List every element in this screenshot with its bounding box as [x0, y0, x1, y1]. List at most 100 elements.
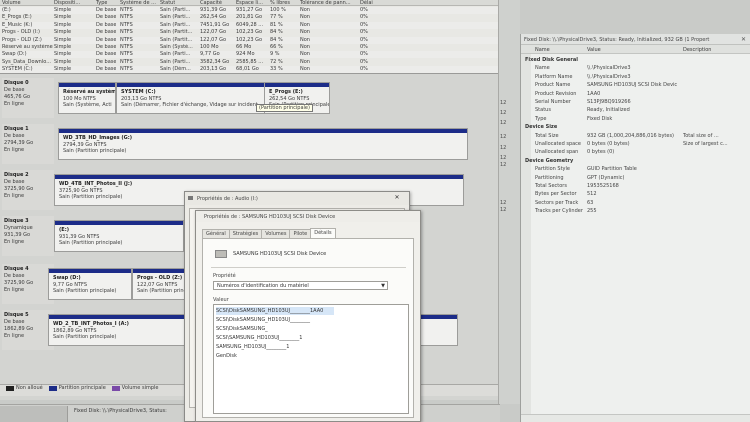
value-item[interactable]: SAMSUNG_HD103UJ________1 — [216, 343, 289, 351]
value-list[interactable]: SCSI\DiskSAMSUNG_HD103UJ________1AA0 SCSI… — [213, 304, 409, 414]
column-header[interactable]: Volume — [2, 0, 21, 6]
volume-row[interactable]: Sys_Data_Downlo... Simple De base NTFS Sain … — [0, 59, 500, 66]
volume-cell: Non — [300, 21, 310, 28]
property-row[interactable]: Total Sectors 1953525168 — [521, 182, 750, 190]
volume-cell: 72 % — [270, 58, 283, 65]
disk-label[interactable]: Disque 4 De base 3725,90 Go En ligne — [2, 264, 54, 304]
property-row[interactable]: Serial Number S13PJ9BQ919266 — [521, 98, 750, 106]
column-header[interactable]: Délai — [360, 0, 373, 6]
volume-cell: NTFS — [120, 58, 133, 65]
tab-general[interactable]: Général — [202, 229, 230, 238]
partition[interactable]: Swap (D:) 9,77 Go NTFS Sain (Partition pri… — [48, 268, 132, 300]
property-select[interactable]: Numéros d'identification du matériel ▼ — [213, 281, 388, 290]
volume-row[interactable]: Réservé au système Simple De base NTFS Sain … — [0, 44, 500, 51]
volume-cell: 0% — [360, 51, 368, 58]
volume-cell: Non — [300, 14, 310, 21]
disk-label[interactable]: Disque 3 Dynamique 931,39 Go En ligne — [2, 216, 54, 256]
column-header[interactable]: Tolérance de pann... — [300, 0, 351, 6]
property-name: Total Size — [535, 132, 559, 139]
volume-row[interactable]: (E:) Simple De base NTFS Sain (Parti... 931,3… — [0, 7, 500, 14]
column-header[interactable]: Espace li... — [236, 0, 263, 6]
property-window-footer — [521, 414, 750, 422]
tab-volumes[interactable]: Volumes — [261, 229, 291, 238]
property-row[interactable]: Unallocated space 0 bytes (0 bytes) Size o… — [521, 140, 750, 148]
legend-swatch — [48, 385, 57, 391]
disk-state: En ligne — [4, 101, 25, 107]
property-name: Partition Style — [535, 166, 570, 173]
row-marker: 12 — [500, 100, 507, 106]
volume-row[interactable]: Progs - OLD (I:) Simple De base NTFS Sain (P… — [0, 29, 500, 36]
volume-cell: De base — [96, 21, 117, 28]
property-row[interactable]: Type Fixed Disk — [521, 115, 750, 123]
disk-label[interactable]: Disque 0 De base 465,76 Go En ligne — [2, 78, 54, 118]
legend-swatch — [111, 385, 120, 391]
property-row[interactable]: Name \\.\PhysicalDrive3 — [521, 64, 750, 72]
column-header[interactable]: % libres — [270, 0, 290, 6]
partition[interactable]: (E:) 931,39 Go NTFS Sain (Partition princi… — [54, 220, 184, 252]
drive-icon — [188, 196, 193, 200]
volume-cell: De base — [96, 14, 117, 21]
property-row[interactable]: Unallocated span 0 bytes (0) — [521, 148, 750, 156]
property-row[interactable]: Sectors per Track 63 — [521, 199, 750, 207]
disk-label[interactable]: Disque 1 De base 2794,39 Go En ligne — [2, 124, 54, 164]
property-row[interactable]: Status Ready, Initialized — [521, 106, 750, 114]
column-header[interactable]: Capacité — [200, 0, 222, 6]
property-value: 0 bytes (0 bytes) — [587, 141, 630, 147]
property-row[interactable]: Bytes per Sector 512 — [521, 190, 750, 198]
volume-cell: De base — [96, 7, 117, 13]
value-item[interactable]: SCSI\DiskSAMSUNG_HD103UJ________ — [216, 316, 310, 324]
property-row[interactable]: Partition Style GUID Partition Table — [521, 165, 750, 173]
property-name: Platform Name — [535, 73, 573, 80]
property-description: Total size of ... — [683, 132, 719, 139]
header-name[interactable]: Name — [535, 47, 550, 53]
partition[interactable]: SYSTEM (C:) 203,13 Go NTFS Sain (Démarrer,… — [116, 82, 266, 114]
volume-row[interactable]: E_Progs (E:) Simple De base NTFS Sain (Parti… — [0, 14, 500, 21]
value-item[interactable]: SCSI\DiskSAMSUNG_ — [216, 325, 268, 333]
volume-cell: 84 % — [270, 29, 283, 36]
volume-row[interactable]: SYSTEM (C:) Simple De base NTFS Sain (Dém...… — [0, 66, 500, 74]
volume-cell: 931,27 Go — [236, 7, 263, 13]
property-row[interactable]: Product Revision 1AA0 — [521, 90, 750, 98]
volume-row[interactable]: E_Music (K:) Simple De base NTFS Sain (Parti… — [0, 21, 500, 29]
header-description[interactable]: Description — [683, 47, 711, 53]
disk-label[interactable]: Disque 2 De base 3725,90 Go En ligne — [2, 170, 54, 210]
header-value[interactable]: Value — [587, 47, 601, 53]
value-item[interactable]: GenDisk — [216, 352, 237, 360]
volume-list[interactable]: Volume Dispositi... Type Système de ... Stat… — [0, 0, 500, 74]
volume-cell: 0% — [360, 29, 368, 36]
volume-row[interactable]: Progs - OLD (Z:) Simple De base NTFS Sain (P… — [0, 36, 500, 44]
close-icon[interactable]: ✕ — [391, 194, 403, 203]
volume-cell: 68,01 Go — [236, 66, 259, 73]
volume-cell: NTFS — [120, 36, 133, 43]
device-name: SAMSUNG HD103UJ SCSI Disk Device — [233, 251, 327, 257]
column-header[interactable]: Système de ... — [120, 0, 156, 6]
property-row[interactable]: Product Name SAMSUNG HD103UJ SCSI Disk De… — [521, 81, 750, 89]
property-row[interactable]: Partitioning GPT (Dynamic) — [521, 174, 750, 182]
column-header[interactable]: Dispositi... — [54, 0, 80, 6]
property-row[interactable]: Total Size 932 GB (1,000,204,886,016 byte… — [521, 132, 750, 140]
property-category: Fixed Disk General — [521, 56, 750, 64]
property-row[interactable]: Platform Name \\.\PhysicalDrive3 — [521, 73, 750, 81]
column-header[interactable]: Type — [96, 0, 107, 6]
tab-driver[interactable]: Pilote — [289, 229, 312, 238]
volume-cell: SYSTEM (C:) — [2, 66, 33, 73]
divider — [211, 267, 406, 268]
partition-name: Réservé au système — [63, 89, 116, 95]
property-row[interactable]: Tracks per Cylinder 255 — [521, 207, 750, 215]
tab-details[interactable]: Détails — [310, 228, 336, 238]
category-label: Fixed Disk General — [525, 57, 578, 63]
value-item[interactable]: SCSI\DiskSAMSUNG_HD103UJ________1AA0 — [216, 307, 334, 315]
column-header[interactable]: Statut — [160, 0, 175, 6]
disk-drive-icon — [215, 250, 227, 258]
volume-cell: 9,77 Go — [200, 51, 220, 58]
partition[interactable]: Réservé au système 100 Mo NTFS Sain (Systè… — [58, 82, 116, 114]
partition[interactable]: WD_3TB_HD_Images (G:) 2794,39 Go NTFS Sain… — [58, 128, 468, 160]
disk-label[interactable]: Disque 5 De base 1862,89 Go En ligne — [2, 310, 54, 350]
close-icon[interactable]: ✕ — [741, 36, 746, 43]
volume-cell: NTFS — [120, 66, 133, 73]
volume-cell: Non — [300, 51, 310, 58]
volume-row[interactable]: Swap (D:) Simple De base NTFS Sain (Parti...… — [0, 51, 500, 59]
volume-cell: 84 % — [270, 36, 283, 43]
value-item[interactable]: SCSI\SAMSUNG_HD103UJ________1 — [216, 334, 302, 342]
tab-strategies[interactable]: Stratégies — [228, 229, 263, 238]
